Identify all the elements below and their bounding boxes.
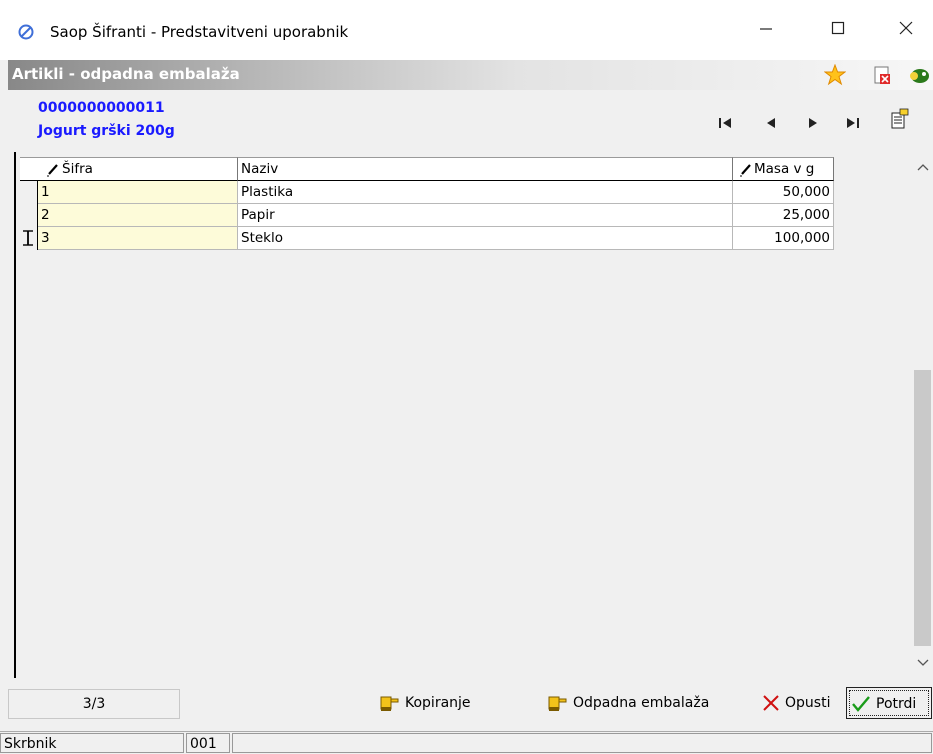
record-counter: 3/3 <box>8 689 180 719</box>
waste-packaging-button[interactable]: Odpadna embalaža <box>546 687 709 719</box>
cell-mass[interactable]: 50,000 <box>733 181 834 204</box>
table-row[interactable]: 3 Steklo 100,000 <box>20 227 834 250</box>
maximize-button[interactable] <box>818 14 858 46</box>
cancel-button[interactable]: Opusti <box>762 687 830 719</box>
column-header-mass[interactable]: Masa v g <box>733 157 834 181</box>
confirm-button[interactable]: Potrdi <box>846 687 932 719</box>
favorite-star-icon[interactable] <box>824 64 846 86</box>
row-indicator <box>20 204 38 227</box>
first-record-icon[interactable] <box>714 112 738 134</box>
scrollbar-thumb[interactable] <box>914 370 931 646</box>
record-header: 0000000000011 Jogurt grški 200g <box>8 90 933 150</box>
cell-code[interactable]: 3 <box>38 227 238 250</box>
minimize-icon <box>760 28 772 30</box>
focus-rectangle <box>849 690 929 716</box>
column-header-code-label: Šifra <box>62 161 93 177</box>
status-user: Skrbnik <box>0 733 184 753</box>
hand-pointer-icon <box>548 696 567 711</box>
cell-name[interactable]: Papir <box>238 204 733 227</box>
column-header-name-label: Naziv <box>241 161 279 177</box>
grid-container: Šifra Naziv Masa v g 1 Plastika 50,000 2… <box>14 152 933 678</box>
scroll-down-icon[interactable] <box>915 654 931 670</box>
grid-corner <box>20 157 38 181</box>
close-icon <box>899 21 913 35</box>
cell-code[interactable]: 2 <box>38 204 238 227</box>
cell-name[interactable]: Plastika <box>238 181 733 204</box>
status-company: 001 <box>186 733 230 753</box>
column-header-name[interactable]: Naziv <box>238 157 733 181</box>
record-name: Jogurt grški 200g <box>38 123 175 139</box>
column-header-mass-label: Masa v g <box>754 161 815 177</box>
window-title: Saop Šifranti - Predstavitveni uporabnik <box>50 23 349 41</box>
window-titlebar: Saop Šifranti - Predstavitveni uporabnik <box>0 0 933 60</box>
previous-record-icon[interactable] <box>759 112 783 134</box>
exit-icon[interactable] <box>908 64 930 86</box>
status-message <box>232 733 932 753</box>
cell-name[interactable]: Steklo <box>238 227 733 250</box>
status-bar: Skrbnik 001 <box>0 731 933 754</box>
close-button[interactable] <box>886 14 926 46</box>
copy-button[interactable]: Kopiranje <box>378 687 471 719</box>
last-record-icon[interactable] <box>840 112 864 134</box>
module-title: Artikli - odpadna embalaža <box>12 65 240 83</box>
maximize-icon <box>831 21 845 35</box>
edit-record-icon[interactable] <box>888 108 912 130</box>
module-header: Artikli - odpadna embalaža <box>8 60 933 90</box>
minimize-button[interactable] <box>746 14 786 46</box>
column-header-code[interactable]: Šifra <box>38 157 238 181</box>
text-cursor-icon <box>23 230 33 246</box>
pencil-icon <box>740 164 751 177</box>
copy-button-label: Kopiranje <box>405 695 471 711</box>
cancel-x-icon <box>763 695 779 711</box>
waste-packaging-button-label: Odpadna embalaža <box>573 695 710 711</box>
row-indicator <box>20 181 38 204</box>
saop-app-icon <box>18 24 34 40</box>
row-indicator-current <box>20 227 38 250</box>
cancel-button-label: Opusti <box>785 695 831 711</box>
next-record-icon[interactable] <box>801 112 825 134</box>
record-code: 0000000000011 <box>38 100 165 116</box>
pencil-icon <box>47 164 58 177</box>
close-document-icon[interactable] <box>871 64 893 86</box>
data-grid[interactable]: Šifra Naziv Masa v g 1 Plastika 50,000 2… <box>20 152 912 674</box>
scroll-up-icon[interactable] <box>915 160 931 176</box>
table-row[interactable]: 1 Plastika 50,000 <box>20 181 834 204</box>
cell-mass[interactable]: 25,000 <box>733 204 834 227</box>
hand-pointer-icon <box>380 696 399 711</box>
table-row[interactable]: 2 Papir 25,000 <box>20 204 834 227</box>
vertical-scrollbar[interactable] <box>912 152 933 674</box>
cell-mass[interactable]: 100,000 <box>733 227 834 250</box>
cell-code[interactable]: 1 <box>38 181 238 204</box>
action-bar: 3/3 Kopiranje Odpadna embalaža Opusti Po… <box>0 682 933 728</box>
